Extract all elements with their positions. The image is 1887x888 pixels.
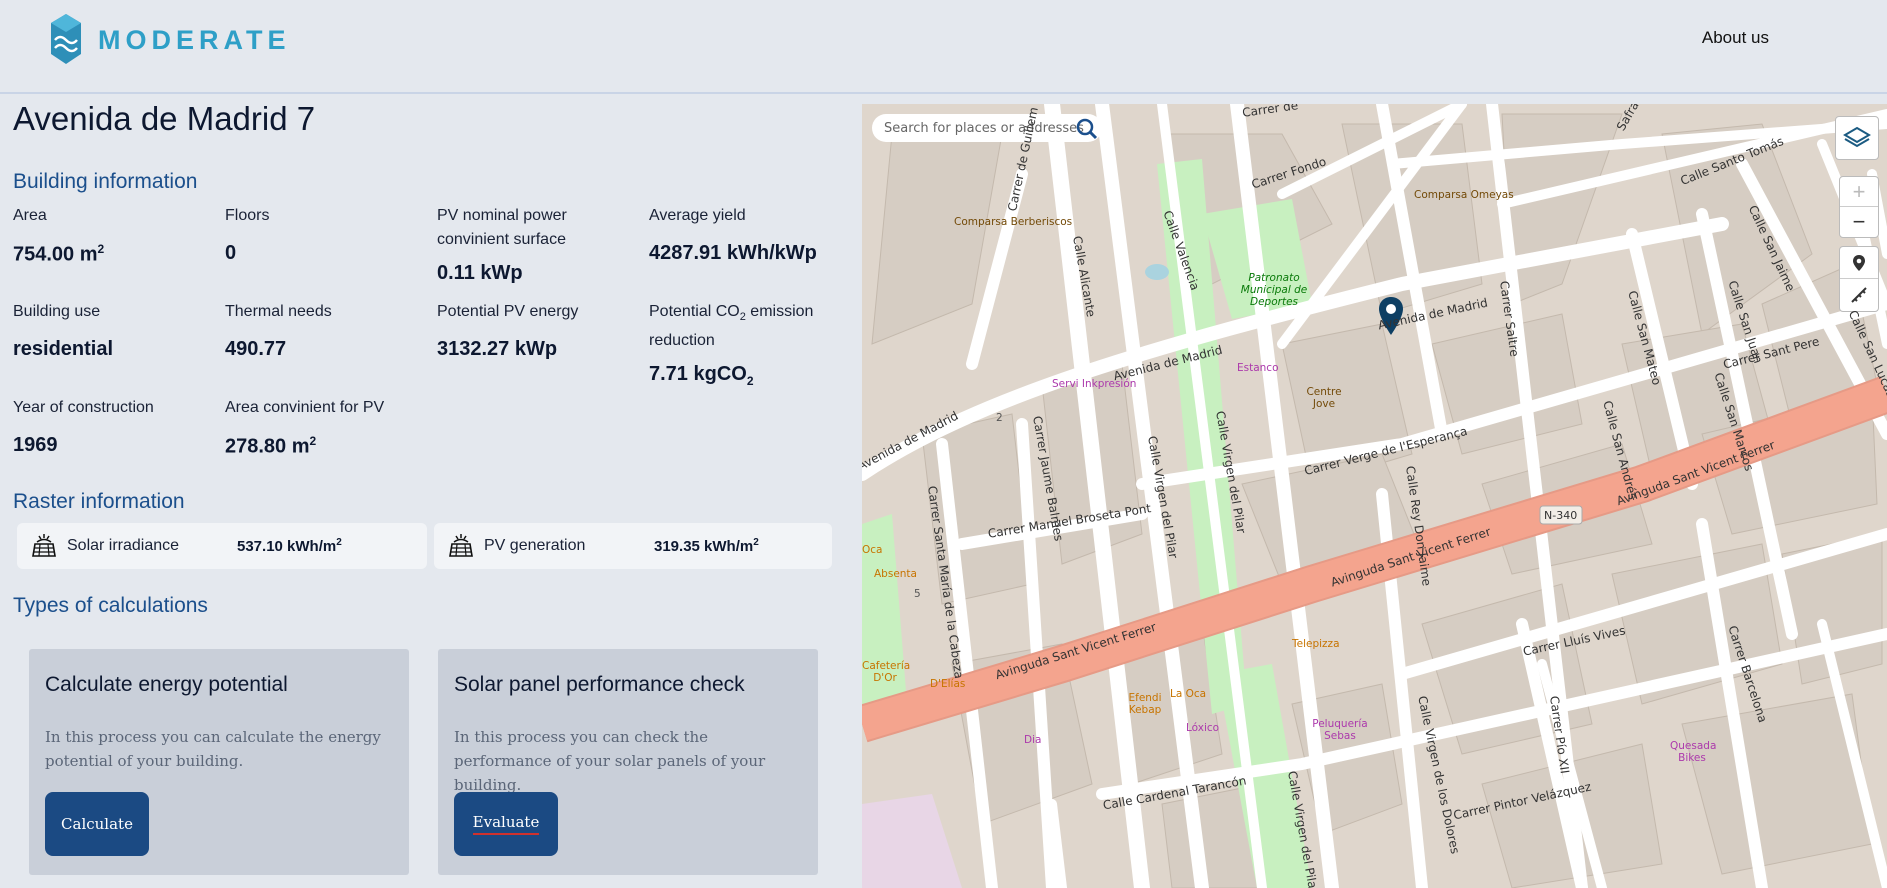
- evaluate-button-label: Evaluate: [472, 813, 540, 835]
- header: MODERATE About us: [0, 0, 1887, 94]
- poi-telepizza[interactable]: Telepizza: [1292, 638, 1340, 650]
- poi-servi-inkpresion[interactable]: Servi Inkpresión: [1052, 378, 1136, 390]
- moderate-logo-icon: [51, 14, 81, 64]
- energy-potential-description: In this process you can calculate the en…: [45, 728, 381, 770]
- performance-check-card: Solar panel performance check In this pr…: [438, 649, 818, 875]
- thermal-label: Thermal needs: [225, 303, 332, 320]
- poi-absenta[interactable]: Absenta: [874, 568, 917, 580]
- floors-cell: Floors 0: [225, 204, 425, 265]
- area-cell: Area 754.00 m2: [13, 204, 213, 267]
- use-value: residential: [13, 338, 114, 360]
- street-n340: N-340: [1544, 509, 1578, 522]
- poi-efendi-kebap[interactable]: Efendi Kebap: [1124, 692, 1166, 716]
- page-title: Avenida de Madrid 7: [13, 100, 316, 137]
- poi-centre-jove[interactable]: Centre Jove: [1302, 386, 1346, 410]
- floors-value: 0: [225, 242, 237, 264]
- poi-comparsa-omeyas[interactable]: Comparsa Omeyas: [1414, 189, 1514, 201]
- co2-label: Potential CO2 emission reduction: [649, 303, 814, 350]
- solar-irradiance-value: 537.10 kWh/m2: [237, 537, 342, 555]
- energy-potential-card: Calculate energy potential In this proce…: [29, 649, 409, 875]
- area-label: Area: [13, 207, 47, 224]
- poi-peluqueria-sebas[interactable]: Peluquería Sebas: [1312, 718, 1368, 742]
- pv-nominal-label: PV nominal power convinient surface: [437, 207, 567, 248]
- poi-loxico[interactable]: Lóxico: [1186, 722, 1219, 734]
- poi-cafeteria-dor[interactable]: Cafetería D'Or: [862, 660, 910, 684]
- pv-generation-value: 319.35 kWh/m2: [654, 537, 759, 555]
- house-number-2: 2: [996, 412, 1003, 424]
- avg-yield-value: 4287.91 kWh/kWp: [649, 242, 817, 264]
- year-value: 1969: [13, 434, 58, 456]
- evaluate-button[interactable]: Evaluate: [454, 792, 558, 856]
- co2-value: 7.71 kgCO2: [649, 363, 754, 389]
- location-pin-icon: [1853, 254, 1865, 271]
- year-cell: Year of construction 1969: [13, 396, 213, 457]
- poi-quesada-bikes[interactable]: Quesada Bikes: [1670, 740, 1716, 764]
- poi-dia[interactable]: Dia: [1024, 734, 1041, 746]
- thermal-cell: Thermal needs 490.77: [225, 300, 425, 361]
- year-label: Year of construction: [13, 399, 154, 416]
- logo[interactable]: MODERATE: [50, 14, 291, 66]
- area-value: 754.00 m2: [13, 242, 105, 266]
- use-label: Building use: [13, 303, 101, 320]
- measure-icon: [1851, 287, 1867, 303]
- calculations-title: Types of calculations: [13, 594, 208, 617]
- pv-generation-label: PV generation: [484, 537, 586, 554]
- poi-oca[interactable]: Oca: [862, 544, 882, 556]
- co2-cell: Potential CO2 emission reduction 7.71 kg…: [649, 300, 849, 388]
- pv-energy-label: Potential PV energy: [437, 303, 579, 320]
- house-number-5: 5: [914, 588, 921, 600]
- pv-generation-box: PV generation 319.35 kWh/m2: [434, 523, 832, 569]
- map-search-placeholder: Search for places or addresses: [884, 120, 1084, 136]
- solar-irradiance-label: Solar irradiance: [67, 537, 180, 554]
- map-view[interactable]: Search for places or addresses + − Aveni…: [862, 104, 1887, 888]
- layers-button[interactable]: [1835, 116, 1879, 160]
- pv-nominal-cell: PV nominal power convinient surface 0.11…: [437, 204, 637, 285]
- performance-check-title: Solar panel performance check: [454, 673, 745, 696]
- solar-irradiance-box: Solar irradiance 537.10 kWh/m2: [17, 523, 427, 569]
- building-info-title: Building information: [13, 170, 198, 193]
- marker-tool-button[interactable]: [1840, 247, 1878, 279]
- raster-info-title: Raster information: [13, 490, 185, 513]
- energy-potential-title: Calculate energy potential: [45, 673, 288, 696]
- pv-area-label: Area convinient for PV: [225, 399, 385, 416]
- layers-icon: [1843, 126, 1871, 148]
- search-icon[interactable]: [1075, 118, 1099, 140]
- poi-delias[interactable]: D'Elías: [930, 678, 965, 690]
- poi-la-oca[interactable]: La Oca: [1170, 688, 1206, 700]
- pv-energy-value: 3132.27 kWp: [437, 338, 558, 360]
- poi-comparsa-berberiscos[interactable]: Comparsa Berberiscos: [954, 216, 1072, 228]
- pv-area-cell: Area convinient for PV 278.80 m2: [225, 396, 425, 459]
- calculate-button[interactable]: Calculate: [45, 792, 149, 856]
- measure-tool-button[interactable]: [1840, 279, 1878, 311]
- map-tools: [1839, 246, 1879, 312]
- pv-nominal-value: 0.11 kWp: [437, 262, 523, 284]
- floors-label: Floors: [225, 207, 270, 224]
- zoom-controls: + −: [1839, 176, 1879, 238]
- nav-about-us[interactable]: About us: [1702, 28, 1769, 48]
- poi-patronato-deportes[interactable]: Patronato Municipal de Deportes: [1234, 272, 1314, 308]
- map-search[interactable]: Search for places or addresses: [872, 114, 1102, 142]
- building-panel: Avenida de Madrid 7 Building information…: [0, 96, 860, 888]
- avg-yield-label: Average yield: [649, 207, 746, 224]
- use-cell: Building use residential: [13, 300, 213, 361]
- pv-energy-cell: Potential PV energy 3132.27 kWp: [437, 300, 637, 361]
- performance-check-description: In this process you can check the perfor…: [454, 728, 766, 794]
- avg-yield-cell: Average yield 4287.91 kWh/kWp: [649, 204, 849, 265]
- zoom-out-button[interactable]: −: [1840, 207, 1878, 237]
- logo-text: MODERATE: [98, 24, 291, 55]
- solar-panel-icon: [32, 534, 56, 557]
- zoom-in-button[interactable]: +: [1840, 177, 1878, 207]
- poi-estanco[interactable]: Estanco: [1237, 362, 1279, 374]
- solar-panel-icon: [449, 534, 473, 557]
- thermal-value: 490.77: [225, 338, 287, 360]
- pv-area-value: 278.80 m2: [225, 434, 317, 458]
